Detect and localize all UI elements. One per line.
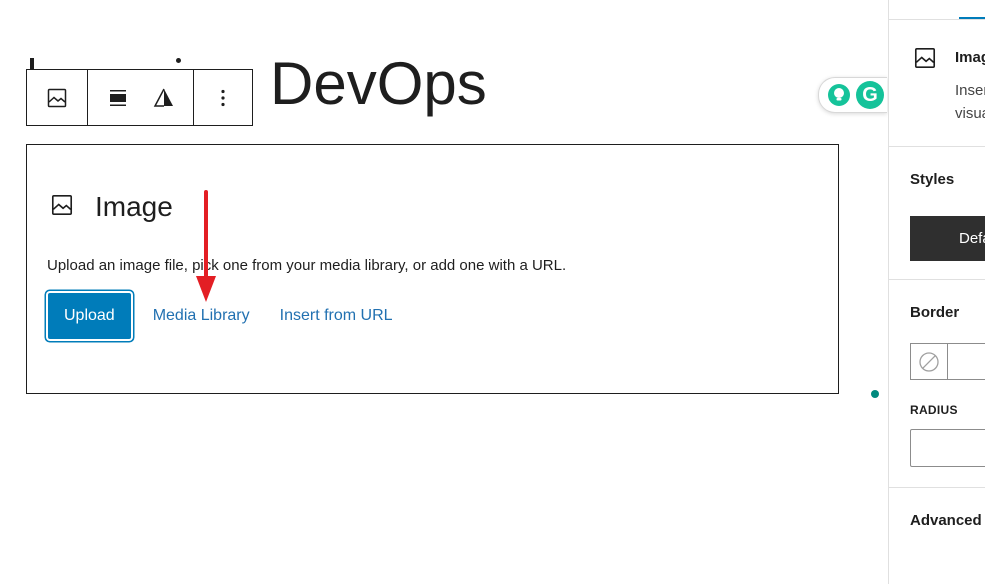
style-default-label: Default: [959, 230, 985, 247]
placeholder-instructions: Upload an image file, pick one from your…: [47, 257, 567, 274]
grammarly-bulb-icon[interactable]: [828, 84, 850, 106]
border-panel-heading[interactable]: Border: [910, 304, 959, 321]
style-default-button[interactable]: Default: [910, 216, 985, 261]
status-dot: [871, 390, 879, 398]
placeholder-title: Image: [95, 191, 173, 222]
advanced-panel-heading[interactable]: Advanced: [910, 512, 982, 529]
radius-label: RADIUS: [910, 403, 958, 417]
grammarly-widget[interactable]: G: [818, 77, 887, 113]
upload-button[interactable]: Upload: [48, 293, 131, 339]
more-options-icon[interactable]: [194, 70, 252, 125]
block-toolbar: [26, 69, 253, 126]
image-block-placeholder: Image Upload an image file, pick one fro…: [26, 144, 839, 394]
block-card-icon: [912, 45, 938, 76]
block-card-description: Insert an image to make a visual stateme…: [955, 82, 985, 122]
media-library-button[interactable]: Media Library: [153, 307, 250, 325]
sidebar-divider: [889, 487, 985, 488]
border-control[interactable]: [910, 343, 985, 380]
duotone-icon[interactable]: [141, 70, 187, 125]
styles-panel-heading[interactable]: Styles: [910, 171, 954, 188]
active-tab-indicator: [959, 17, 985, 19]
post-title[interactable]: DevOps: [270, 48, 487, 120]
annotation-arrow-icon: [196, 190, 216, 302]
block-card-title: Imag: [955, 49, 985, 66]
settings-sidebar: Imag Insert an image to make a visual st…: [888, 0, 985, 584]
border-none-swatch-icon[interactable]: [911, 344, 948, 379]
sidebar-divider: [889, 146, 985, 147]
radius-input[interactable]: [910, 429, 985, 467]
sidebar-divider: [889, 279, 985, 280]
align-icon[interactable]: [95, 70, 141, 125]
image-block-icon[interactable]: [27, 70, 87, 125]
image-icon: [49, 192, 75, 223]
sidebar-tabs-divider: [889, 19, 985, 20]
grammarly-logo-icon[interactable]: G: [856, 81, 884, 109]
insert-from-url-button[interactable]: Insert from URL: [280, 307, 393, 325]
